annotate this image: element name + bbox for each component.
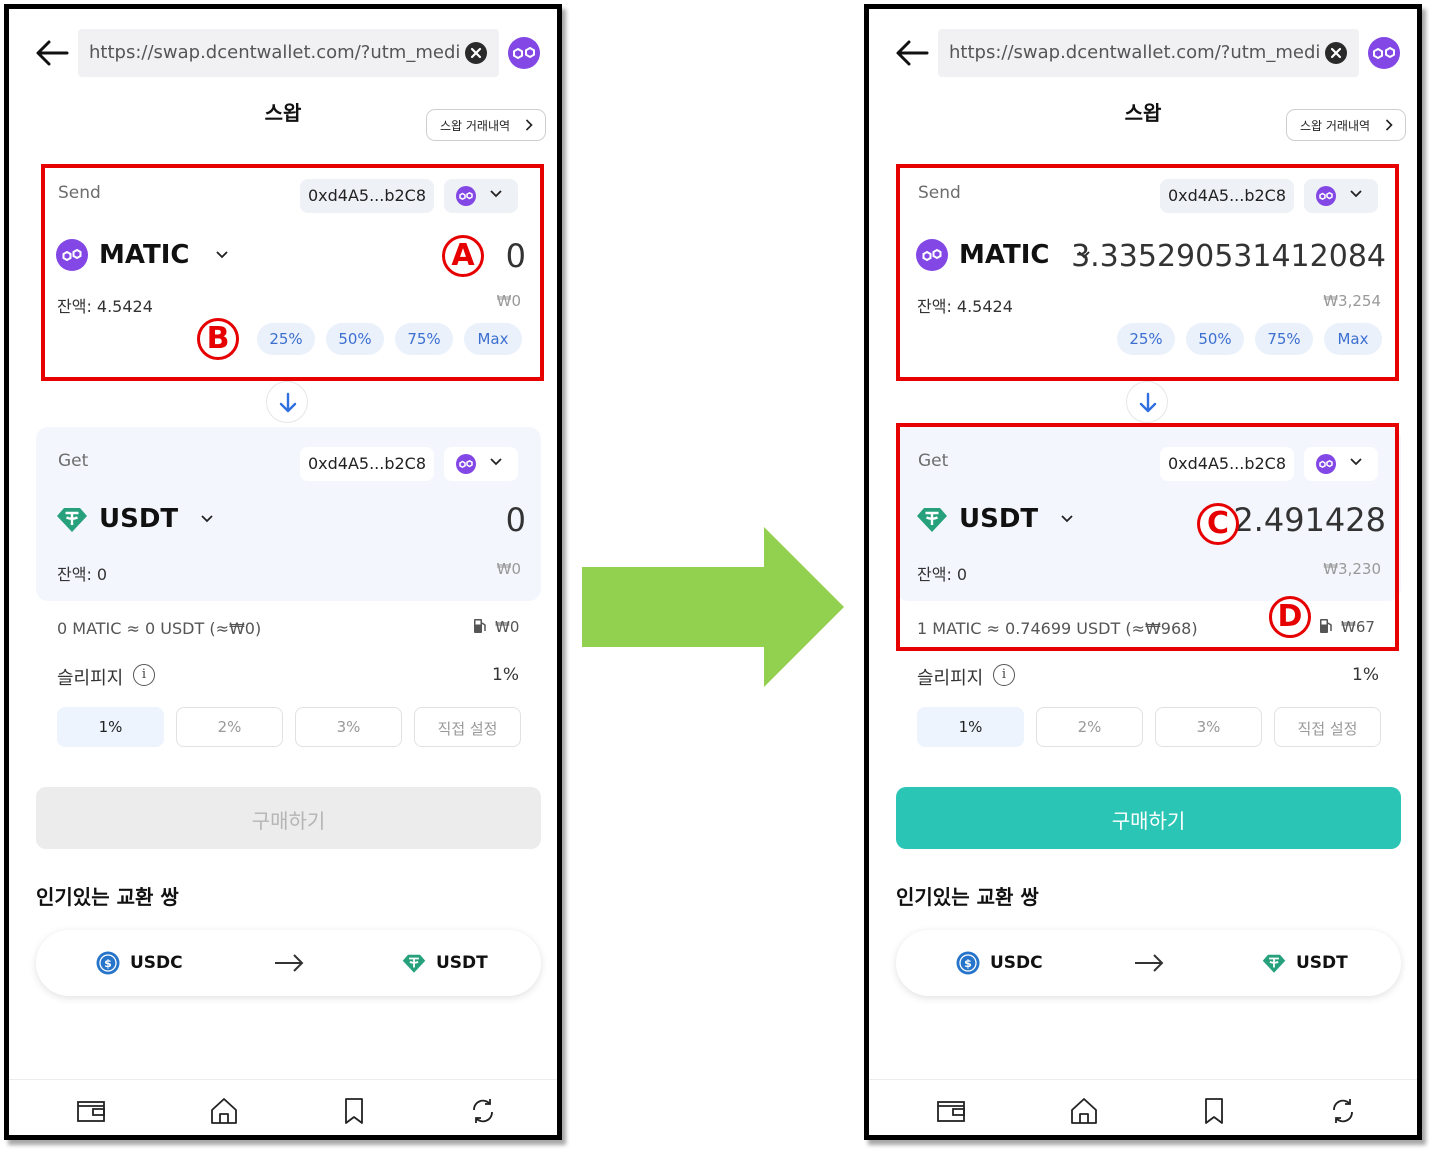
slippage-label: 슬리피지 bbox=[57, 668, 124, 689]
svg-text:$: $ bbox=[964, 957, 972, 970]
get-balance: 잔액: 0 bbox=[57, 565, 108, 584]
wallet-icon[interactable] bbox=[76, 1096, 106, 1126]
slippage-option-3[interactable]: 3% bbox=[1155, 707, 1262, 747]
bottom-navigation bbox=[9, 1079, 557, 1135]
bookmark-icon[interactable] bbox=[1199, 1096, 1229, 1126]
popular-pair-card[interactable]: $ USDC USDT bbox=[896, 930, 1401, 996]
home-icon[interactable] bbox=[209, 1096, 239, 1126]
swap-direction-button[interactable] bbox=[1126, 381, 1168, 423]
svg-text:$: $ bbox=[104, 957, 112, 970]
back-arrow-icon[interactable] bbox=[35, 39, 69, 67]
wallet-icon[interactable] bbox=[936, 1096, 966, 1126]
home-icon[interactable] bbox=[1069, 1096, 1099, 1126]
buy-button[interactable]: 구매하기 bbox=[896, 787, 1401, 849]
marker-a: A bbox=[442, 235, 484, 277]
phone-screen-before: https://swap.dcentwallet.com/?utm_medium… bbox=[4, 4, 562, 1140]
browser-url-bar: https://swap.dcentwallet.com/?utm_medium bbox=[9, 25, 557, 81]
get-token-name[interactable]: USDT bbox=[99, 504, 178, 534]
usdc-icon: $ bbox=[96, 951, 120, 975]
arrow-down-icon bbox=[1139, 392, 1157, 413]
polygon-network-icon[interactable] bbox=[1368, 37, 1400, 69]
get-label: Get bbox=[58, 451, 89, 471]
url-field[interactable]: https://swap.dcentwallet.com/?utm_medium bbox=[938, 29, 1359, 77]
back-arrow-icon[interactable] bbox=[895, 39, 929, 67]
token-dropdown-icon[interactable] bbox=[201, 515, 213, 523]
swap-history-button[interactable]: 스왑 거래내역 bbox=[1286, 109, 1406, 141]
swap-history-button[interactable]: 스왑 거래내역 bbox=[426, 109, 546, 141]
info-icon[interactable]: i bbox=[993, 664, 1015, 686]
clear-url-icon[interactable] bbox=[465, 42, 487, 64]
slippage-label: 슬리피지 bbox=[917, 668, 984, 689]
get-token-row: USDT 0 bbox=[56, 499, 526, 539]
slippage-value: 1% bbox=[492, 665, 519, 685]
info-icon[interactable]: i bbox=[133, 664, 155, 686]
transition-arrow-icon bbox=[582, 527, 844, 687]
slippage-option-1[interactable]: 1% bbox=[917, 707, 1024, 747]
fuel-pump-icon bbox=[474, 619, 486, 633]
highlight-send-box bbox=[896, 164, 1399, 381]
popular-pair-card[interactable]: $ USDC USDT bbox=[36, 930, 541, 996]
chevron-right-icon bbox=[525, 119, 533, 131]
usdt-icon bbox=[1262, 954, 1286, 973]
phone-screen-after: https://swap.dcentwallet.com/?utm_medium… bbox=[864, 4, 1422, 1140]
swap-history-label: 스왑 거래내역 bbox=[440, 119, 511, 133]
slippage-option-2[interactable]: 2% bbox=[176, 707, 283, 747]
arrow-right-icon bbox=[275, 954, 304, 972]
popular-pairs-title: 인기있는 교환 쌍 bbox=[36, 885, 179, 909]
pair-to-name: USDT bbox=[1296, 953, 1348, 973]
highlight-get-box bbox=[896, 423, 1399, 651]
bookmark-icon[interactable] bbox=[339, 1096, 369, 1126]
usdc-icon: $ bbox=[956, 951, 980, 975]
pair-from-name: USDC bbox=[130, 953, 183, 973]
polygon-icon bbox=[456, 454, 476, 474]
get-fiat-value: ₩0 bbox=[496, 560, 521, 578]
get-card: Get 0xd4A5...b2C8 USDT 0 잔액: 0 ₩0 bbox=[36, 427, 541, 601]
slippage-option-2[interactable]: 2% bbox=[1036, 707, 1143, 747]
pair-to-name: USDT bbox=[436, 953, 488, 973]
browser-url-bar: https://swap.dcentwallet.com/?utm_medium bbox=[869, 25, 1417, 81]
polygon-network-icon[interactable] bbox=[508, 37, 540, 69]
get-address-pill[interactable]: 0xd4A5...b2C8 bbox=[300, 447, 434, 481]
get-network-selector[interactable] bbox=[444, 447, 518, 481]
bottom-navigation bbox=[869, 1079, 1417, 1135]
chevron-right-icon bbox=[1385, 119, 1393, 131]
pair-from-name: USDC bbox=[990, 953, 1043, 973]
get-amount-output: 0 bbox=[505, 501, 526, 539]
chevron-down-icon bbox=[490, 458, 502, 466]
slippage-value: 1% bbox=[1352, 665, 1379, 685]
swap-refresh-icon[interactable] bbox=[1328, 1096, 1358, 1126]
swap-direction-button[interactable] bbox=[266, 381, 308, 423]
popular-pairs-title: 인기있는 교환 쌍 bbox=[896, 885, 1039, 909]
clear-url-icon[interactable] bbox=[1325, 42, 1347, 64]
gas-fee: ₩0 bbox=[473, 618, 519, 636]
url-text: https://swap.dcentwallet.com/?utm_medium bbox=[949, 42, 1319, 63]
swap-refresh-icon[interactable] bbox=[468, 1096, 498, 1126]
arrow-right-icon bbox=[1135, 954, 1164, 972]
comparison-stage: https://swap.dcentwallet.com/?utm_medium… bbox=[0, 0, 1435, 1154]
slippage-custom[interactable]: 직접 설정 bbox=[414, 707, 521, 747]
url-text: https://swap.dcentwallet.com/?utm_medium bbox=[89, 42, 459, 63]
gas-fee-value: ₩0 bbox=[495, 618, 520, 636]
usdt-icon bbox=[402, 954, 426, 973]
arrow-down-icon bbox=[279, 392, 297, 413]
buy-button[interactable]: 구매하기 bbox=[36, 787, 541, 849]
marker-d: D bbox=[1269, 596, 1311, 638]
marker-b: B bbox=[197, 318, 239, 360]
marker-c: C bbox=[1197, 503, 1239, 545]
slippage-option-3[interactable]: 3% bbox=[295, 707, 402, 747]
slippage-custom[interactable]: 직접 설정 bbox=[1274, 707, 1381, 747]
swap-history-label: 스왑 거래내역 bbox=[1300, 119, 1371, 133]
usdt-icon bbox=[56, 503, 88, 535]
url-field[interactable]: https://swap.dcentwallet.com/?utm_medium bbox=[78, 29, 499, 77]
exchange-rate: 0 MATIC ≈ 0 USDT (≈₩0) bbox=[57, 619, 262, 638]
slippage-option-1[interactable]: 1% bbox=[57, 707, 164, 747]
